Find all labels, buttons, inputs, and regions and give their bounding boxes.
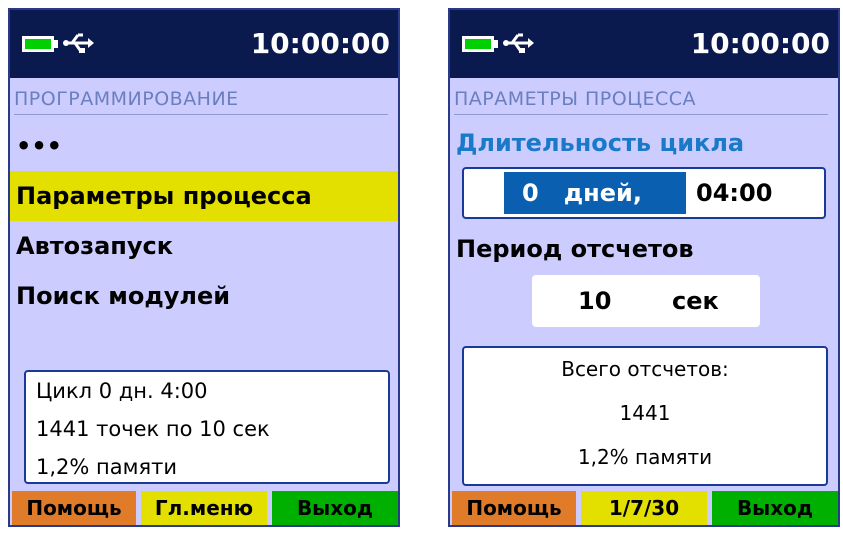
process-parameters-screen: 10:00:00 ПАРАМЕТРЫ ПРОЦЕССА Длительность… xyxy=(448,8,840,527)
summary-box: Цикл 0 дн. 4:00 1441 точек по 10 сек 1,2… xyxy=(24,370,390,484)
battery-tip xyxy=(494,40,498,48)
cycle-duration-field[interactable]: 0 дней, 04:00 xyxy=(462,167,826,219)
battery-full-icon xyxy=(462,36,494,52)
memory-usage: 1,2% памяти xyxy=(577,445,713,469)
menu-item-process-parameters[interactable]: Параметры процесса xyxy=(10,171,398,221)
exit-button[interactable]: Выход xyxy=(272,491,398,525)
section-title: ПАРАМЕТРЫ ПРОЦЕССА xyxy=(454,88,696,110)
total-samples-label: Всего отсчетов: xyxy=(561,357,729,381)
programming-screen: 10:00:00 ПРОГРАММИРОВАНИЕ ••• Параметры … xyxy=(8,8,400,527)
help-button[interactable]: Помощь xyxy=(12,491,136,525)
clock: 10:00:00 xyxy=(690,27,830,60)
soft-key-bar: Помощь Гл.меню Выход xyxy=(10,489,398,525)
usb-icon xyxy=(63,33,94,53)
section-title: ПРОГРАММИРОВАНИЕ xyxy=(14,88,239,110)
summary-memory: 1,2% памяти xyxy=(36,455,177,479)
sample-period-unit: сек xyxy=(672,287,719,315)
battery-full-icon xyxy=(22,36,54,52)
totals-box: Всего отсчетов: 1441 1,2% памяти xyxy=(462,346,828,486)
usb-icon xyxy=(503,33,534,53)
sample-period-title: Период отсчетов xyxy=(456,235,694,263)
help-button[interactable]: Помощь xyxy=(452,491,576,525)
cycle-days-value: 0 дней, xyxy=(522,179,642,207)
main-menu-button[interactable]: Гл.меню xyxy=(141,491,267,525)
menu-item-more[interactable]: ••• xyxy=(10,121,398,171)
exit-button[interactable]: Выход xyxy=(712,491,838,525)
summary-points: 1441 точек по 10 сек xyxy=(36,417,270,441)
status-bar: 10:00:00 xyxy=(450,10,838,78)
menu-item-module-search[interactable]: Поиск модулей xyxy=(10,271,398,321)
total-samples-value: 1441 xyxy=(619,401,671,425)
battery-tip xyxy=(54,40,58,48)
divider xyxy=(14,114,388,115)
soft-key-bar: Помощь 1/7/30 Выход xyxy=(450,489,838,525)
cycle-time-value[interactable]: 04:00 xyxy=(696,172,772,214)
divider xyxy=(454,114,828,115)
status-bar: 10:00:00 xyxy=(10,10,398,78)
cycle-days-selected[interactable]: 0 дней, xyxy=(504,172,686,214)
sample-period-value: 10 xyxy=(578,287,612,315)
cycle-duration-title: Длительность цикла xyxy=(456,129,745,157)
page-selector-button[interactable]: 1/7/30 xyxy=(581,491,707,525)
clock: 10:00:00 xyxy=(250,27,390,60)
sample-period-field[interactable]: 10 сек xyxy=(532,275,760,327)
summary-cycle: Цикл 0 дн. 4:00 xyxy=(36,379,208,403)
menu-item-autostart[interactable]: Автозапуск xyxy=(10,221,398,271)
